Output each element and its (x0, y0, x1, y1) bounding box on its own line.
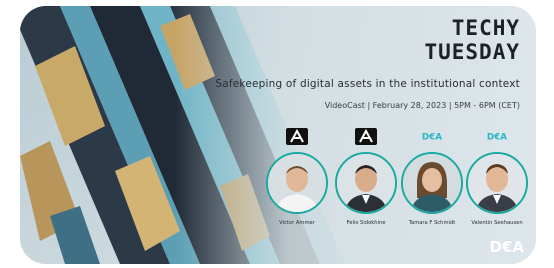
dea-logo-icon: D€A (486, 128, 508, 144)
black-a-logo-icon (355, 127, 377, 145)
speaker-photo (266, 152, 328, 214)
event-subtitle: Safekeeping of digital assets in the ins… (215, 78, 520, 90)
event-banner: TECHY TUESDAY Safekeeping of digital ass… (20, 6, 536, 264)
title-line-1: TECHY (451, 16, 520, 40)
speaker-name: Valentin Seehausen (471, 220, 523, 226)
dea-logo-icon: D€A (421, 128, 443, 144)
svg-text:D€A: D€A (487, 133, 507, 143)
svg-text:D€A: D€A (422, 133, 442, 143)
speaker-name: Victor Ammer (279, 220, 315, 226)
speaker-photo (466, 152, 528, 214)
speaker-card: Victor Ammer (258, 127, 336, 226)
black-a-logo-icon (286, 127, 308, 145)
speaker-photo (335, 152, 397, 214)
speaker-card: D€A Valentin Seehausen (458, 128, 536, 226)
title-line-2: TUESDAY (424, 40, 520, 64)
dea-corner-logo: D€A (489, 238, 525, 256)
speaker-photo (401, 152, 463, 214)
event-details: VideoCast | February 28, 2023 | 5PM - 6P… (324, 101, 520, 110)
event-title: TECHY TUESDAY (424, 16, 520, 64)
